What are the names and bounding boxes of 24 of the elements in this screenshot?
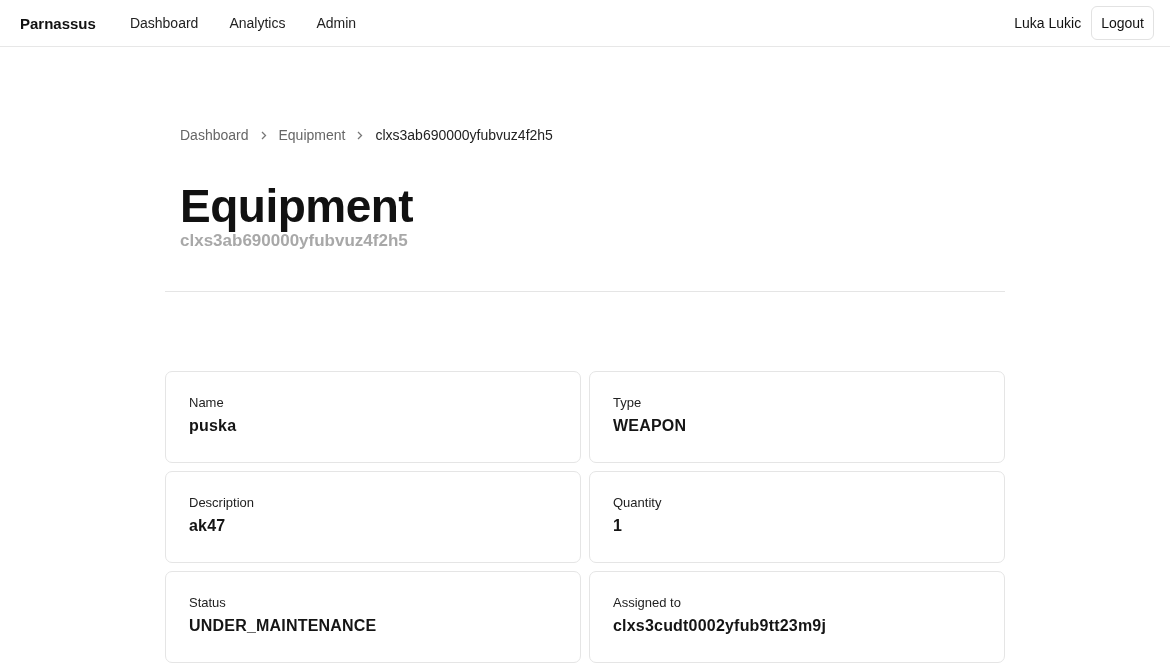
chevron-icon (357, 130, 364, 140)
nav-link[interactable]: Analytics (229, 15, 286, 31)
breadcrumb-link[interactable]: Dashboard (180, 127, 249, 143)
field-label: Description (189, 495, 256, 510)
field-value: puska (189, 417, 238, 435)
user-name: Luka Lukic (1014, 15, 1082, 31)
page-subtitle: clxs3ab690000yfubvuz4f2h5 (180, 231, 408, 251)
field-label: Assigned to (613, 595, 682, 610)
field-label: Name (189, 395, 225, 410)
field-label: Quantity (613, 495, 663, 510)
nav-link[interactable]: Dashboard (129, 15, 199, 31)
field-value: WEAPON (613, 417, 688, 435)
chevron-icon (260, 130, 267, 140)
field-value: UNDER_MAINTENANCE (189, 617, 378, 635)
nav-link[interactable]: Admin (316, 15, 357, 31)
field-value: ak47 (189, 517, 227, 535)
field-label: Type (613, 395, 643, 410)
breadcrumb-current: clxs3ab690000yfubvuz4f2h5 (375, 127, 553, 143)
breadcrumb-link[interactable]: Equipment (278, 127, 346, 143)
brand-logo[interactable]: Parnassus (20, 14, 96, 32)
logout-button[interactable]: Logout (1091, 6, 1154, 40)
field-label: Status (189, 595, 227, 610)
field-value: clxs3cudt0002yfub9tt23m9j (613, 617, 828, 635)
field-value: 1 (613, 517, 624, 535)
